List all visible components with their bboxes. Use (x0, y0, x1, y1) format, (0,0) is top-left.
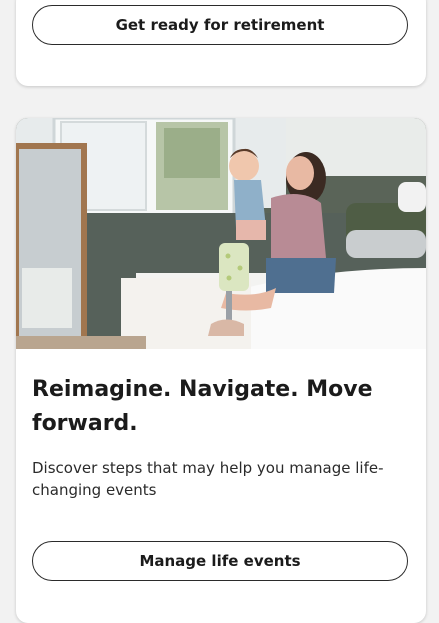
retirement-card: Get ready for retirement (16, 0, 426, 86)
life-events-card: Reimagine. Navigate. Move forward. Disco… (16, 118, 426, 623)
hero-image (16, 118, 426, 349)
card-description: Discover steps that may help you manage … (32, 459, 384, 499)
get-ready-for-retirement-button[interactable]: Get ready for retirement (32, 5, 408, 45)
card-headline: Reimagine. Navigate. Move forward. (32, 377, 373, 436)
manage-life-events-button[interactable]: Manage life events (32, 541, 408, 581)
page: Get ready for retirement Reimagine. Navi… (0, 0, 439, 623)
